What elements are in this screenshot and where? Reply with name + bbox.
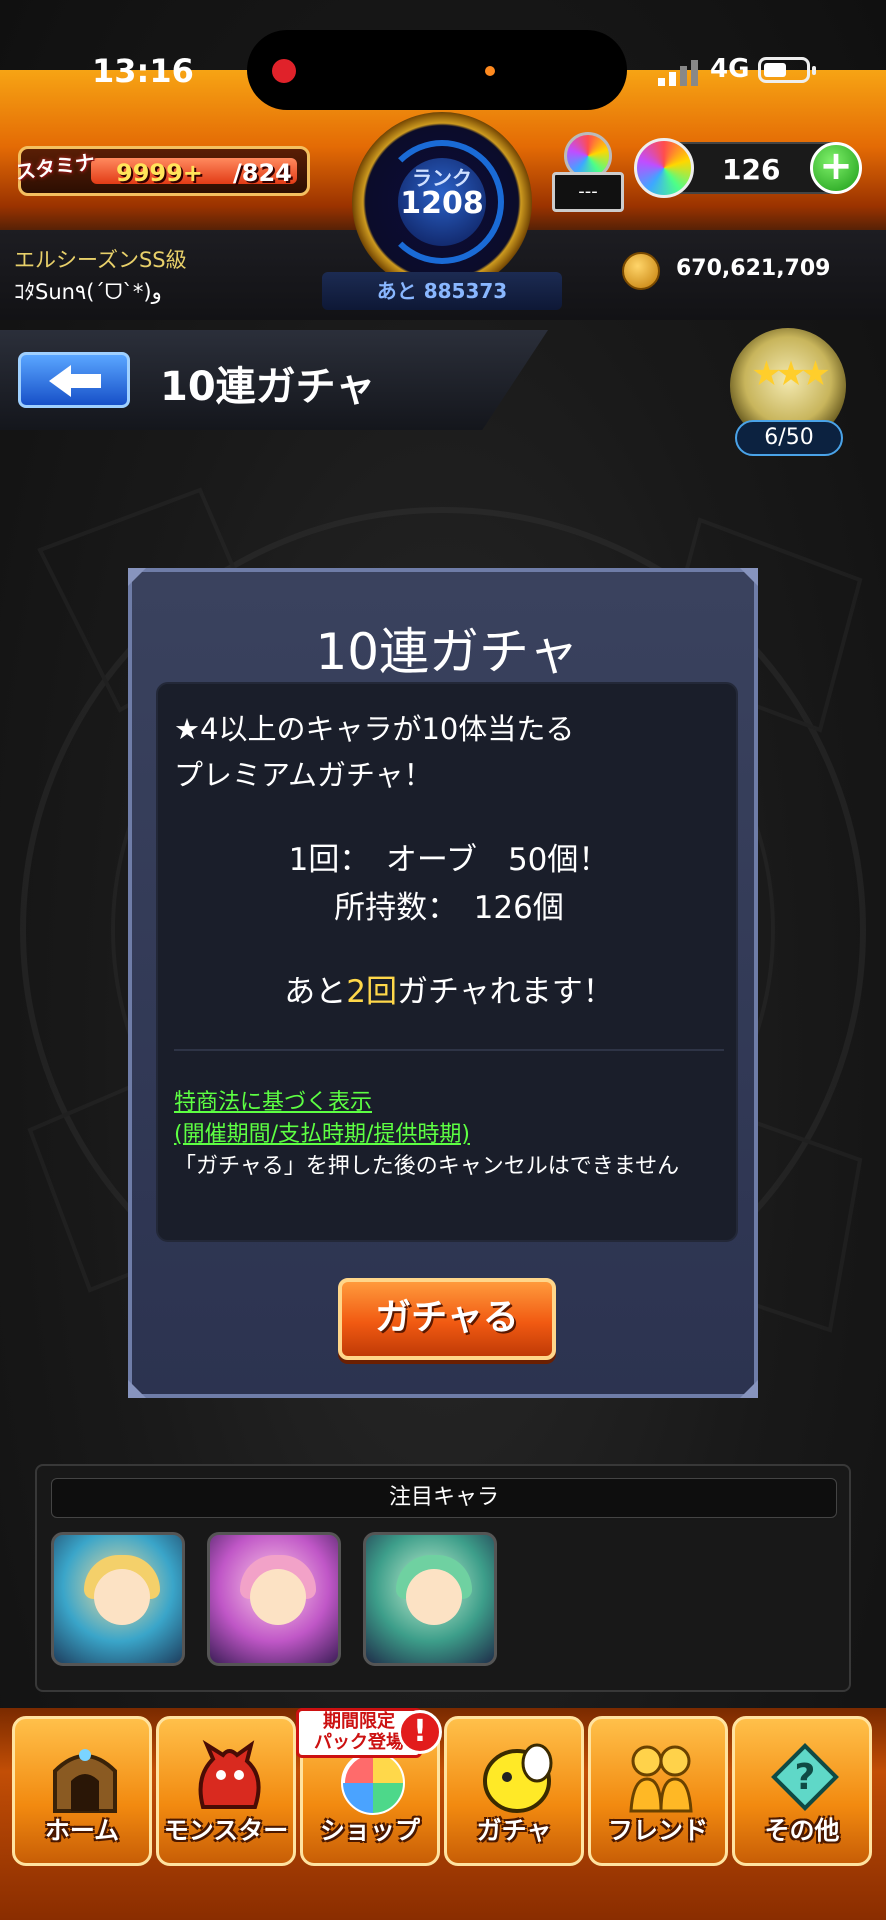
orb-icon	[634, 138, 694, 198]
coin-icon	[622, 252, 660, 290]
player-name: ｺﾀSun٩(ˊᗜˋ*)و	[14, 280, 162, 304]
medal-count: 6/50	[735, 420, 843, 456]
cancel-notice: 「ガチャる」を押した後のキャンセルはできません	[174, 1154, 680, 1179]
chick-icon	[483, 1743, 553, 1813]
svg-text:?: ?	[795, 1757, 816, 1798]
dynamic-island	[247, 30, 627, 110]
page-title-bar: 10連ガチャ	[0, 330, 548, 430]
orb-count: 126	[722, 153, 781, 186]
dialog-title: 10連ガチャ	[315, 623, 579, 681]
tab-monster-label: モンスター	[163, 1816, 289, 1845]
status-bar: 13:16 4G	[0, 0, 886, 110]
description-line-1: ★4以上のキャラが10体当たる	[174, 712, 575, 746]
gate-icon	[53, 1749, 117, 1813]
rank-exp-remaining: あと 885373	[322, 272, 562, 310]
page-title: 10連ガチャ	[160, 364, 376, 410]
recording-indicator-icon	[272, 59, 296, 83]
stamina-gauge[interactable]: スタミナ 9999+ /824	[14, 146, 310, 196]
status-time: 13:16	[92, 52, 194, 90]
legal-period-link[interactable]: (開催期間/支払時期/提供時期)	[174, 1116, 470, 1148]
tab-monster[interactable]: モンスター	[156, 1716, 296, 1866]
gacha-dialog: 10連ガチャ ★4以上のキャラが10体当たる プレミアムガチャ！ 1回： オーブ…	[128, 568, 758, 1398]
description-line-2: プレミアムガチャ！	[174, 758, 433, 792]
owned-orbs-line: 所持数： 126個	[334, 890, 564, 926]
medal-stars: ★★★	[751, 354, 830, 394]
item-box-button[interactable]: ---	[552, 128, 624, 214]
friends-icon	[629, 1745, 693, 1813]
item-box-text: ---	[552, 172, 624, 212]
tab-other[interactable]: ? その他	[732, 1716, 872, 1866]
tab-friend[interactable]: フレンド	[588, 1716, 728, 1866]
featured-characters-panel: 注目キャラ	[35, 1464, 851, 1692]
tab-gacha-label: ガチャ	[476, 1816, 552, 1845]
gacha-pull-button[interactable]: ガチャる	[338, 1278, 556, 1360]
rank-value: 1208	[400, 186, 484, 221]
tab-home-label: ホーム	[44, 1816, 120, 1845]
divider	[174, 1049, 724, 1051]
network-type: 4G	[710, 54, 750, 84]
tab-friend-label: フレンド	[607, 1816, 708, 1845]
back-button[interactable]	[18, 352, 130, 408]
dragon-icon	[198, 1739, 261, 1809]
stamina-max: /824	[233, 159, 292, 187]
remaining-count: 2回	[346, 974, 398, 1010]
orb-counter: 126 +	[634, 138, 862, 198]
price-line: 1回： オーブ 50個！	[288, 842, 610, 878]
stamina-value: 9999+	[116, 159, 203, 187]
tab-home[interactable]: ホーム	[12, 1716, 152, 1866]
stamina-label: スタミナ	[13, 149, 97, 185]
other-icon: ?	[771, 1743, 839, 1811]
featured-header: 注目キャラ	[51, 1478, 837, 1518]
battery-icon	[758, 57, 816, 83]
signal-icon	[658, 60, 698, 86]
dialog-body: ★4以上のキャラが10体当たる プレミアムガチャ！ 1回： オーブ 50個！ 所…	[156, 682, 738, 1242]
remaining-pulls-line: あと2回ガチャれます！	[284, 974, 614, 1010]
shop-alert-icon: !	[398, 1710, 442, 1754]
buy-orb-plus-button[interactable]: +	[810, 142, 862, 194]
tab-gacha[interactable]: ガチャ	[444, 1716, 584, 1866]
tab-other-label: その他	[764, 1816, 840, 1845]
coin-amount: 670,621,709	[676, 256, 831, 281]
tab-shop-label: ショップ	[319, 1816, 420, 1845]
back-arrow-icon	[49, 365, 101, 397]
player-title: エルシーズンSS級	[14, 248, 187, 272]
legal-notice-link[interactable]: 特商法に基づく表示	[174, 1084, 372, 1116]
mic-indicator-icon	[485, 66, 495, 76]
rank-badge[interactable]: ランク 1208	[352, 112, 532, 292]
featured-character-2[interactable]	[207, 1532, 341, 1666]
featured-character-1[interactable]	[51, 1532, 185, 1666]
featured-character-3[interactable]	[363, 1532, 497, 1666]
